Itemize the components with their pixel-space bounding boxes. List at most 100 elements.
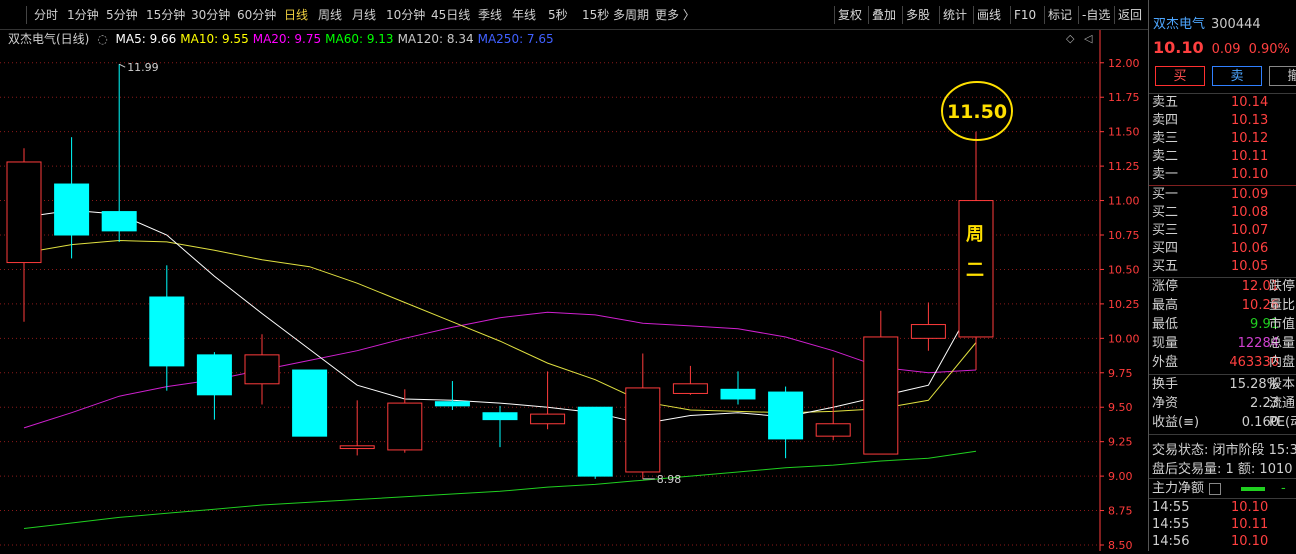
book-row[interactable]: 卖五 10.14 — [1149, 94, 1296, 112]
tool-button[interactable]: 统计 — [943, 0, 967, 30]
book-level: 卖四 — [1152, 113, 1179, 128]
period-tab[interactable]: 分时 — [34, 0, 58, 30]
book-price: 10.14 — [1231, 95, 1269, 110]
flow-bar — [1241, 487, 1265, 491]
book-price: 10.07 — [1231, 223, 1269, 238]
period-tab[interactable]: 5秒 — [548, 0, 568, 30]
tick-row: 14:55 10.11 — [1149, 516, 1296, 534]
candle-down — [434, 401, 470, 407]
book-row[interactable]: 卖二 10.11 — [1149, 148, 1296, 166]
price-change-pct: 0.90% — [1248, 42, 1290, 57]
period-tab[interactable]: 周线 — [318, 0, 342, 30]
book-row[interactable]: 买三 10.07 — [1149, 222, 1296, 240]
period-tab[interactable]: 15秒 — [582, 0, 609, 30]
axis-tick-label: 9.75 — [1108, 367, 1133, 380]
book-row[interactable]: 买四 10.06 — [1149, 240, 1296, 258]
axis-tick-label: 11.50 — [1108, 126, 1140, 139]
book-row[interactable]: 卖三 10.12 — [1149, 130, 1296, 148]
flow-selector[interactable] — [1209, 483, 1221, 495]
candle-up — [530, 413, 566, 425]
period-tab[interactable]: 月线 — [352, 0, 376, 30]
trade-buttons: 买 卖 撤 — [1155, 66, 1296, 88]
high-label: 11.99 — [127, 61, 159, 74]
candle-down — [768, 391, 804, 440]
period-tab[interactable]: 季线 — [478, 0, 502, 30]
book-row[interactable]: 卖一 10.10 — [1149, 166, 1296, 184]
kline-svg[interactable]: 12.00 11.75 11.50 11.25 11.00 10.75 10.50 10.25… — [0, 30, 1148, 552]
tool-button[interactable]: 标记 — [1048, 0, 1072, 30]
toolbar-separator — [26, 6, 27, 24]
book-row[interactable]: 买一 10.09 — [1149, 186, 1296, 204]
book-level: 买三 — [1152, 223, 1179, 238]
candle-up — [672, 383, 708, 394]
axis-tick-label: 9.50 — [1108, 401, 1133, 414]
main-flow-row: 主力净额 - — [1149, 480, 1296, 498]
stat-label: 最高 — [1152, 298, 1179, 313]
period-tab[interactable]: 30分钟 — [191, 0, 230, 30]
book-level: 卖五 — [1152, 95, 1179, 110]
kline-chart[interactable]: 12.00 11.75 11.50 11.25 11.00 10.75 10.50 10.25… — [0, 30, 1148, 552]
toolbar-separator — [939, 6, 940, 24]
candle-up — [625, 387, 661, 473]
candle-up — [339, 445, 375, 450]
toolbar-separator — [902, 6, 903, 24]
book-level: 买四 — [1152, 241, 1179, 256]
period-tab[interactable]: 更多 〉 — [655, 0, 695, 30]
book-level: 买一 — [1152, 187, 1179, 202]
period-tab[interactable]: 多周期 — [613, 0, 649, 30]
stat-label-2: 量比 — [1269, 298, 1296, 313]
period-tab[interactable]: 5分钟 — [106, 0, 138, 30]
stock-name: 双杰电气 — [1153, 17, 1206, 32]
period-tab[interactable]: 10分钟 — [386, 0, 425, 30]
buy-button[interactable]: 买 — [1155, 66, 1205, 86]
candle-up — [910, 324, 946, 339]
stat-row: 净资 2.23 流通 — [1149, 395, 1296, 413]
toolbar-separator — [1114, 6, 1115, 24]
tool-button[interactable]: 画线 — [977, 0, 1001, 30]
axis-tick-label: 8.75 — [1108, 505, 1133, 518]
book-row[interactable]: 买五 10.05 — [1149, 258, 1296, 276]
period-tab[interactable]: 1分钟 — [67, 0, 99, 30]
book-row[interactable]: 卖四 10.13 — [1149, 112, 1296, 130]
tool-button[interactable]: 多股 — [906, 0, 930, 30]
tool-button[interactable]: -自选 — [1082, 0, 1110, 30]
candle-up — [815, 423, 851, 437]
stat-row: 换手 15.28% 股本 — [1149, 376, 1296, 394]
tick-time: 14:55 — [1152, 500, 1190, 515]
stat-row: 收益(≡)0.160PE(动 — [1149, 414, 1296, 432]
axis-tick-label: 11.25 — [1108, 160, 1140, 173]
book-price: 10.13 — [1231, 113, 1269, 128]
stat-label: 净资 — [1152, 396, 1179, 411]
book-level: 卖一 — [1152, 167, 1179, 182]
period-tab[interactable]: 60分钟 — [237, 0, 276, 30]
stat-label: 涨停 — [1152, 279, 1179, 294]
tick-time: 14:56 — [1152, 534, 1190, 549]
period-tab[interactable]: 15分钟 — [146, 0, 185, 30]
tool-button[interactable]: 叠加 — [872, 0, 896, 30]
main-flow-label: 主力净额 — [1152, 481, 1205, 496]
trade-state: 交易状态: 闭市阶段 15:3 — [1152, 443, 1296, 458]
tool-button[interactable]: 复权 — [838, 0, 862, 30]
candle-up — [6, 161, 42, 264]
candle-down — [101, 211, 137, 232]
candle-down — [482, 412, 518, 421]
axis-tick-label: 10.50 — [1108, 263, 1140, 276]
tool-button[interactable]: F10 — [1014, 0, 1036, 30]
period-tab[interactable]: 年线 — [512, 0, 536, 30]
stat-label-2: 总量 — [1269, 336, 1296, 351]
book-row[interactable]: 买二 10.08 — [1149, 204, 1296, 222]
toolbar-separator — [1010, 6, 1011, 24]
book-level: 卖三 — [1152, 131, 1179, 146]
stat-row: 涨停 12.01 跌停 — [1149, 278, 1296, 296]
sell-button[interactable]: 卖 — [1212, 66, 1262, 86]
book-price: 10.06 — [1231, 241, 1269, 256]
stat-label: 外盘 — [1152, 355, 1179, 370]
stat-label: 现量 — [1152, 336, 1179, 351]
period-tab[interactable]: 日线 — [284, 0, 308, 30]
stat-label: 收益(≡) — [1152, 415, 1200, 430]
tool-button[interactable]: 返回 — [1118, 0, 1142, 30]
period-tab[interactable]: 45日线 — [431, 0, 470, 30]
cancel-order-button[interactable]: 撤 — [1269, 66, 1296, 86]
tick-row: 14:56 10.10 — [1149, 533, 1296, 551]
period-toolbar: 分时 1分钟 5分钟 15分钟 30分钟 60分钟 日线 周线 月线 10分钟 45日线 季线 年线 5秒… — [0, 0, 1148, 30]
